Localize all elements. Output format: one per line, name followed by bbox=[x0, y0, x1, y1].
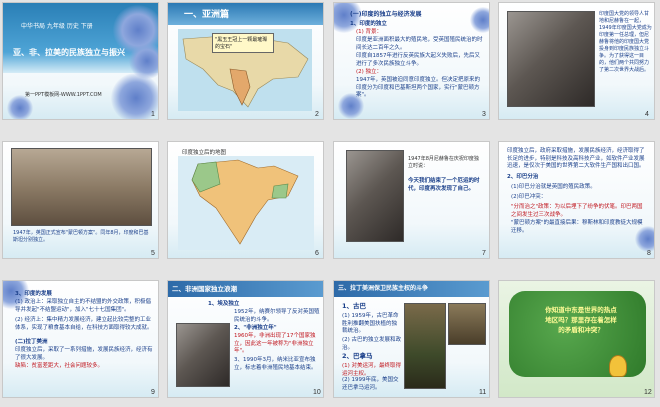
text-line: 1947年，英国被迫同意印度独立。但决定把原来的印度分为印度和巴基斯坦两个国家，… bbox=[356, 77, 480, 99]
text-line: (1) 背景： bbox=[356, 29, 383, 35]
text-line: "蒙巴顿方案"的最直接后果：穆斯林和印度教徒大规模迁移。 bbox=[511, 220, 643, 234]
text-line: 2、巴拿马 bbox=[342, 352, 373, 360]
text-line: 1952年，纳赛尔领导了反对英国殖民统治的斗争。 bbox=[234, 309, 320, 323]
slide-number: 1 bbox=[151, 111, 155, 118]
slide-thumbnail-6[interactable]: 印度独立后的地图 6 bbox=[167, 141, 324, 259]
slide-number: 10 bbox=[313, 389, 321, 396]
slide-number: 8 bbox=[647, 250, 651, 257]
text-line: 3、1990年3月，纳米比亚宣布独立，标志着非洲殖民地基本结束。 bbox=[234, 357, 317, 371]
slide-thumbnail-1[interactable]: 中华书局 九年级 历史 下册 亚、非、拉美的民族独立与振兴 第一PPT模板网-W… bbox=[2, 2, 159, 120]
india-map bbox=[178, 156, 314, 250]
question-text: 你知道中东是世界的热点地区吗？那里存在着怎样的矛盾和冲突？ bbox=[545, 306, 617, 334]
section-banner-title: 三、拉丁美洲保卫民族主权的斗争 bbox=[338, 285, 429, 292]
slide-thumbnail-8[interactable]: 印度独立后，政府采取措施，发展民族经济，经济取得了长足的进步，特别是科技及高科技… bbox=[498, 141, 655, 259]
portrait-photo bbox=[404, 303, 446, 389]
flower-decoration bbox=[7, 95, 33, 119]
portrait-photo bbox=[346, 150, 404, 242]
photo bbox=[448, 303, 486, 345]
slide-thumbnail-5[interactable]: 1947年，英国正式宣布"蒙巴顿方案"。同年8月，印度和巴基斯坦分别独立。 5 bbox=[2, 141, 159, 259]
text-line: 3、印度的发展 bbox=[15, 291, 52, 297]
text-line: 印度是亚洲面积最大的殖民地，受英国殖民统治的时间长达二百年之久。 bbox=[356, 37, 483, 51]
quote-note: 1947年8月尼赫鲁在庆祝印度独立时说： bbox=[408, 156, 479, 169]
text-line: (2) 古巴的独立发展和政治。 bbox=[342, 337, 402, 351]
text-line: 1、印度的独立 bbox=[350, 21, 387, 27]
slide-thumbnail-10[interactable]: 二、非洲国家独立浪潮 1、埃及独立 1952年，纳赛尔领导了反对英国殖民统治的斗… bbox=[167, 280, 324, 398]
portrait-photo bbox=[176, 323, 230, 387]
cartoon-figure bbox=[609, 355, 627, 377]
text-line: 2、"非洲独立年" bbox=[234, 325, 277, 331]
map-title: 印度独立后的地图 bbox=[182, 150, 227, 156]
slide-number: 2 bbox=[315, 111, 319, 118]
text-line: (2)印巴冲突： bbox=[511, 194, 547, 200]
slide-thumbnail-9[interactable]: 3、印度的发展 (1) 政治上：采取独立自主的不结盟的外交政策，积极倡导并发起"… bbox=[2, 280, 159, 398]
text-line: 1、古巴 bbox=[342, 302, 367, 310]
slide-thumbnail-12[interactable]: 你知道中东是世界的热点地区吗？那里存在着怎样的矛盾和冲突？ 12 bbox=[498, 280, 655, 398]
quote-text: 今天我们结束了一个厄运的时代，印度再次发现了自己。 bbox=[408, 178, 480, 192]
historical-photo bbox=[507, 11, 595, 107]
text-line: (1) 对美运河，最终取得运河主权。 bbox=[342, 363, 402, 377]
slide-heading: (一)印度的独立与经济发展 bbox=[350, 11, 422, 18]
text-line: 1、埃及独立 bbox=[208, 301, 240, 307]
slide-number: 12 bbox=[644, 389, 652, 396]
text-line: 缺陷：贫富差距大，社会问题较多。 bbox=[15, 363, 104, 369]
section-title: 一、亚洲篇 bbox=[184, 10, 230, 20]
slide-footer-text: 第一PPT模板网-WWW.1PPT.COM bbox=[25, 92, 102, 98]
slide-number: 6 bbox=[315, 250, 319, 257]
slide-number: 3 bbox=[482, 111, 486, 118]
photo-caption: 1947年，英国正式宣布"蒙巴顿方案"。同年8月，印度和巴基斯坦分别独立。 bbox=[13, 230, 149, 243]
text-line: (1) 1959年，古巴革命胜利推翻美国扶植的独裁统治。 bbox=[342, 313, 399, 335]
text-line: (2) 1999年底，美国交还巴拿马运河。 bbox=[342, 377, 399, 391]
slide-number: 4 bbox=[645, 111, 649, 118]
slide-thumbnail-11[interactable]: 三、拉丁美洲保卫民族主权的斗争 1、古巴 (1) 1959年，古巴革命胜利推翻美… bbox=[333, 280, 490, 398]
text-line: (二)拉丁美洲 bbox=[15, 339, 48, 345]
text-line: 1960年，非洲出现了17个国家独立，因此这一年被称为"非洲独立年"。 bbox=[234, 333, 316, 355]
slide-thumbnail-7[interactable]: 1947年8月尼赫鲁在庆祝印度独立时说： 今天我们结束了一个厄运的时代，印度再次… bbox=[333, 141, 490, 259]
text-line: 印度自1857年进行反英民族大起义失败后，先后又进行了多次民族独立斗争。 bbox=[356, 53, 480, 67]
section-banner-title: 二、非洲国家独立浪潮 bbox=[172, 285, 237, 293]
slide-thumbnail-2[interactable]: 一、亚洲篇 "黑玉王冠上一颗最璀璨的宝石" 2 bbox=[167, 2, 324, 120]
historical-photo bbox=[11, 148, 152, 226]
text-line: (2) 独立： bbox=[356, 69, 383, 75]
slide-number: 11 bbox=[479, 389, 487, 396]
slide-number: 9 bbox=[151, 389, 155, 396]
text-line: "分而治之"政策：为以后埋下了纷争的伏笔。印巴两国之间发生过三次战争。 bbox=[511, 204, 643, 218]
slide-main-title: 亚、非、拉美的民族独立与振兴 bbox=[13, 48, 125, 57]
flower-decoration bbox=[470, 7, 489, 33]
slide-thumbnail-3[interactable]: (一)印度的独立与经济发展 1、印度的独立 (1) 背景： 印度是亚洲面积最大的… bbox=[333, 2, 490, 120]
slide-number: 7 bbox=[482, 250, 486, 257]
text-line: 印度独立后，政府采取措施，发展民族经济，经济取得了长足的进步，特别是科技及高科技… bbox=[507, 148, 645, 170]
photo-caption: 印度国大党的领导人甘地和尼赫鲁在一起，1949年印度国大党成为印度第一任总理，但… bbox=[599, 11, 652, 73]
text-line: (2) 经济上：集中精力发展经济，建立起比较完整的工业体系，实现了粮食基本自给，… bbox=[15, 317, 153, 331]
text-line: (1)印巴分治就是英国的殖民政策。 bbox=[511, 184, 596, 190]
slide-thumbnail-4[interactable]: 印度国大党的领导人甘地和尼赫鲁在一起，1949年印度国大党成为印度第一任总理，但… bbox=[498, 2, 655, 120]
text-line: 印度独立后，采取了一系列措施，发展民族经济，经济有了很大发展。 bbox=[15, 347, 153, 361]
callout-box: "黑玉王冠上一颗最璀璨的宝石" bbox=[212, 33, 274, 53]
text-line: 2、印巴分治 bbox=[507, 174, 539, 180]
slide-header-text: 中华书局 九年级 历史 下册 bbox=[21, 23, 93, 30]
text-line: (1) 政治上：采取独立自主的不结盟的外交政策，积极倡导并发起"不结盟运动"，加… bbox=[15, 299, 152, 313]
slide-number: 5 bbox=[151, 250, 155, 257]
